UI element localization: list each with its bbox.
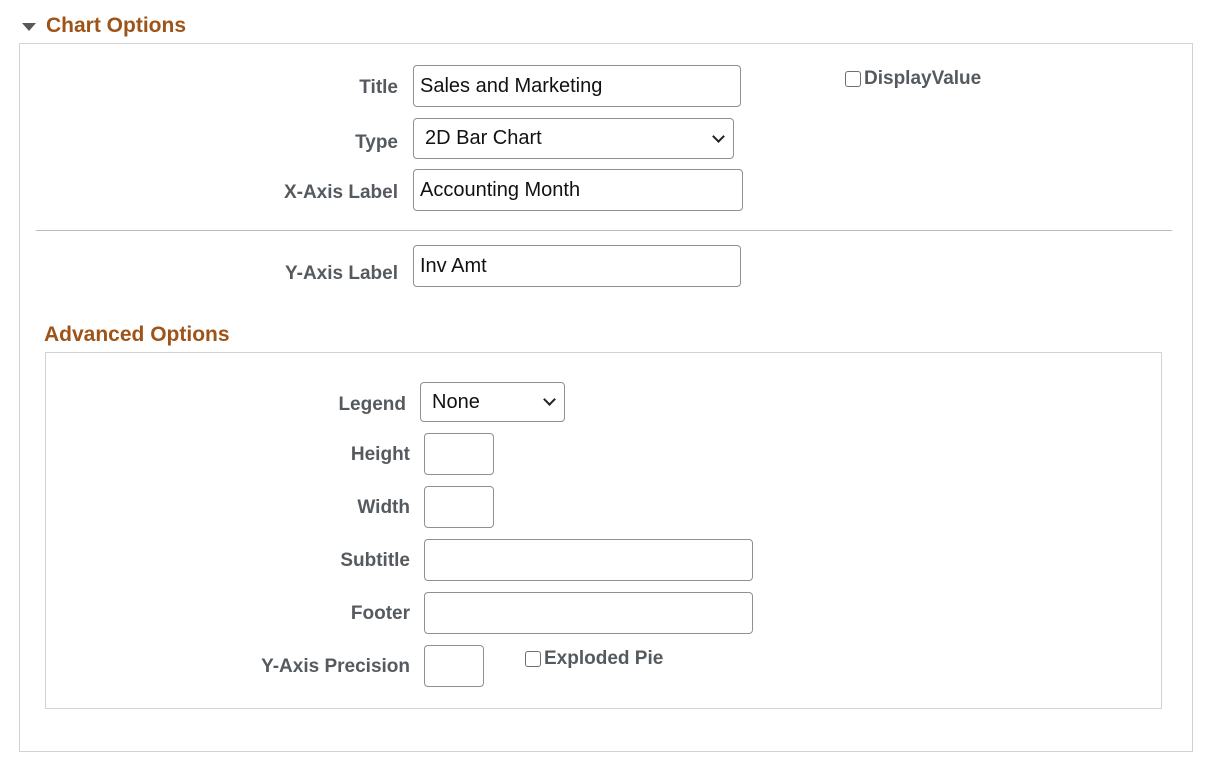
legend-select[interactable]: None bbox=[420, 382, 565, 422]
legend-label: Legend bbox=[338, 394, 406, 415]
exploded-pie-label: Exploded Pie bbox=[544, 648, 664, 669]
height-input[interactable] bbox=[424, 433, 494, 475]
chevron-down-icon bbox=[543, 393, 556, 406]
x-axis-label-label: X-Axis Label bbox=[283, 182, 398, 203]
title-label: Title bbox=[359, 77, 398, 98]
divider bbox=[36, 230, 1172, 231]
chart-options-title: Chart Options bbox=[46, 14, 186, 37]
display-value-checkbox[interactable] bbox=[845, 71, 861, 87]
height-label: Height bbox=[350, 444, 410, 465]
title-input[interactable]: Sales and Marketing bbox=[413, 65, 741, 107]
type-select[interactable]: 2D Bar Chart bbox=[413, 118, 734, 159]
subtitle-input[interactable] bbox=[424, 539, 753, 581]
footer-input[interactable] bbox=[424, 592, 753, 634]
chart-options-header[interactable]: Chart Options bbox=[22, 14, 186, 38]
type-select-value: 2D Bar Chart bbox=[425, 127, 542, 149]
legend-select-value: None bbox=[432, 390, 480, 413]
footer-label: Footer bbox=[350, 603, 410, 624]
exploded-pie-checkbox-wrap[interactable]: Exploded Pie bbox=[525, 648, 663, 670]
x-axis-label-input[interactable]: Accounting Month bbox=[413, 169, 743, 211]
type-label: Type bbox=[355, 132, 398, 153]
y-axis-precision-label: Y-Axis Precision bbox=[261, 656, 410, 677]
exploded-pie-checkbox[interactable] bbox=[525, 651, 541, 667]
y-axis-label-input[interactable]: Inv Amt bbox=[413, 245, 741, 287]
display-value-checkbox-wrap[interactable]: DisplayValue bbox=[845, 68, 981, 90]
chevron-down-icon bbox=[712, 129, 725, 143]
display-value-label: DisplayValue bbox=[864, 68, 982, 89]
caret-down-icon[interactable] bbox=[22, 23, 36, 31]
width-label: Width bbox=[357, 497, 410, 518]
width-input[interactable] bbox=[424, 486, 494, 528]
advanced-options-title: Advanced Options bbox=[44, 323, 230, 346]
y-axis-precision-input[interactable] bbox=[424, 645, 484, 687]
subtitle-label: Subtitle bbox=[340, 550, 410, 571]
y-axis-label-label: Y-Axis Label bbox=[285, 263, 398, 284]
